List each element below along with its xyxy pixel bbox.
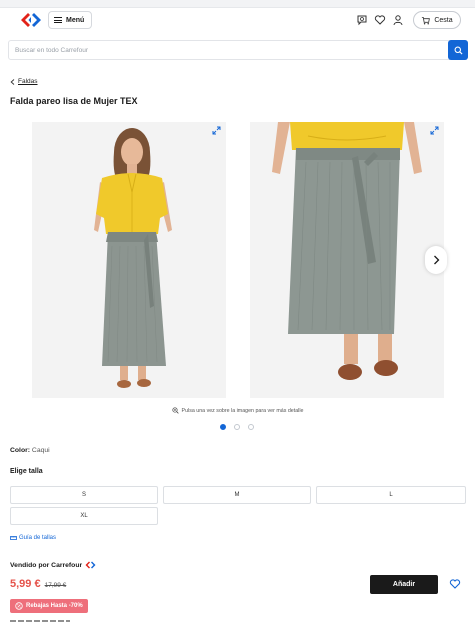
chevron-left-icon: [10, 78, 15, 85]
product-title: Falda pareo lisa de Mujer TEX: [10, 96, 138, 106]
search-bar: [8, 40, 468, 60]
color-row: Color: Caqui: [10, 447, 50, 454]
sale-badge-label: Rebajas Hasta -70%: [26, 603, 83, 609]
breadcrumb-link-faldas[interactable]: Faldas: [18, 78, 38, 85]
price-block: 5,99 € 17,99 €: [10, 578, 66, 590]
price-original: 17,99 €: [44, 582, 67, 589]
zoom-hint-text: Pulsa una vez sobre la imagen para ver m…: [181, 407, 304, 414]
search-icon: [454, 46, 463, 55]
sale-badge: Rebajas Hasta -70%: [10, 599, 88, 613]
color-value: Caqui: [31, 447, 50, 454]
gallery-dot[interactable]: [220, 424, 226, 430]
cart-label: Cesta: [434, 16, 453, 24]
product-image-detail[interactable]: [250, 122, 444, 398]
heart-icon[interactable]: [374, 14, 386, 26]
cart-icon: [422, 16, 431, 24]
size-guide-link[interactable]: Guía de tallas: [10, 535, 56, 541]
menu-label: Menú: [66, 16, 85, 24]
size-option-xl[interactable]: XL: [10, 507, 158, 525]
search-button[interactable]: [448, 40, 468, 60]
carrefour-logo[interactable]: [20, 12, 42, 28]
size-option-l[interactable]: L: [316, 486, 466, 504]
gallery-dot[interactable]: [234, 424, 240, 430]
size-guide-label: Guía de tallas: [19, 535, 57, 541]
size-option-m[interactable]: M: [163, 486, 311, 504]
carrefour-mini-logo: [85, 561, 96, 569]
menu-button[interactable]: Menú: [48, 11, 92, 29]
chevron-right-icon: [433, 255, 439, 265]
breadcrumb: Faldas: [10, 78, 38, 85]
cart-button[interactable]: Cesta: [413, 11, 461, 29]
color-label: Color:: [10, 447, 31, 454]
site-header: Menú Cesta: [0, 8, 475, 34]
gallery-next-button[interactable]: [425, 246, 447, 274]
user-icon[interactable]: [392, 14, 404, 26]
truncated-text-line: [10, 618, 90, 622]
model-front-illustration: [32, 122, 226, 398]
add-to-cart-button[interactable]: Añadir: [370, 575, 438, 594]
chat-icon[interactable]: [356, 14, 368, 26]
price-current: 5,99 €: [10, 578, 41, 590]
browser-top-strip: [0, 0, 475, 8]
discount-icon: [15, 602, 23, 610]
search-input[interactable]: [15, 44, 435, 57]
expand-icon[interactable]: [430, 126, 439, 135]
product-image-front[interactable]: [32, 122, 226, 398]
gallery-dot[interactable]: [248, 424, 254, 430]
zoom-icon: [171, 407, 179, 414]
seller-row: Vendido por Carrefour: [10, 561, 96, 569]
skirt-detail-illustration: [250, 122, 444, 398]
ruler-icon: [10, 536, 17, 540]
favorite-heart-icon[interactable]: [449, 578, 461, 590]
gallery-dots: [220, 424, 254, 430]
size-heading: Elige talla: [10, 468, 43, 475]
size-option-s[interactable]: S: [10, 486, 158, 504]
zoom-hint: Pulsa una vez sobre la imagen para ver m…: [0, 407, 475, 414]
expand-icon[interactable]: [212, 126, 221, 135]
seller-label: Vendido por Carrefour: [10, 561, 83, 569]
hamburger-icon: [54, 17, 62, 23]
